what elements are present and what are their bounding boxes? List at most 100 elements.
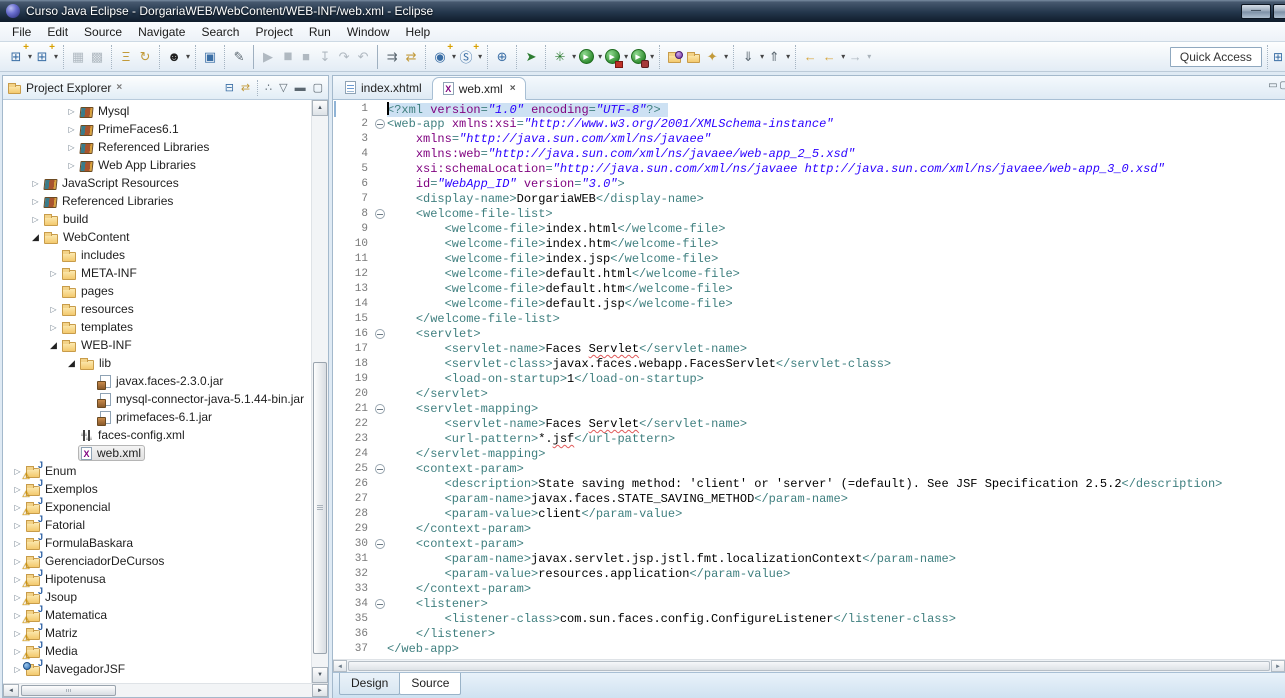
tree-item-web-xml[interactable]: web.xml [3,444,311,462]
tree-item-includes[interactable]: includes [3,246,311,264]
tree-item-faces-config-xml[interactable]: faces-config.xml [3,426,311,444]
code-line-7[interactable]: 7 <display-name>DorgariaWEB</display-nam… [333,192,1285,207]
project-explorer-tab[interactable]: Project Explorer × [8,81,122,95]
code-line-26[interactable]: 26 <description>State saving method: 'cl… [333,477,1285,492]
launch-client-button[interactable]: ➤ [522,47,540,67]
forward-button[interactable]: → [846,47,864,67]
tree-horizontal-scrollbar[interactable]: ◄ ► [3,683,328,697]
code-line-22[interactable]: 22 <servlet-name>Faces Servlet</servlet-… [333,417,1285,432]
code-line-6[interactable]: 6 id="WebApp_ID" version="3.0"> [333,177,1285,192]
view-minimize-button[interactable]: ▬ [295,82,306,94]
new-web-service-button[interactable]: ◉+ [431,47,449,67]
external-tools-button[interactable]: ✳ [551,47,569,67]
previous-annotation-dropdown-icon[interactable]: ▾ [786,52,790,61]
code-line-36[interactable]: 36 </listener> [333,627,1285,642]
code-line-37[interactable]: 37</web-app> [333,642,1285,657]
coverage-button[interactable]: ▶ [629,47,647,67]
expand-arrow-icon[interactable]: ▷ [47,323,60,332]
web-browser-button[interactable]: ⊕ [493,47,511,67]
scroll-down-arrow[interactable]: ▼ [312,667,328,683]
tree-item-javax-faces-2-3-0-jar[interactable]: javax.faces-2.3.0.jar [3,372,311,390]
project-tree[interactable]: ▷Mysql▷PrimeFaces6.1▷Referenced Librarie… [3,100,311,683]
console-button[interactable]: ▣ [201,47,219,67]
code-line-8[interactable]: 8 <welcome-file-list> [333,207,1285,222]
new-javaee-wizard-dropdown-icon[interactable]: ▾ [54,52,58,61]
collapse-fold-icon[interactable] [375,599,385,609]
perspective-javaee-button[interactable]: ⊞ [1273,50,1283,64]
expand-arrow-icon[interactable]: ▷ [11,539,24,548]
collapse-fold-icon[interactable] [375,119,385,129]
code-line-24[interactable]: 24 </servlet-mapping> [333,447,1285,462]
tree-item-exponencial[interactable]: ▷⚠Exponencial [3,498,311,516]
expand-arrow-icon[interactable]: ▷ [47,305,60,314]
code-line-13[interactable]: 13 <welcome-file>default.htm</welcome-fi… [333,282,1285,297]
tree-item-fatorial[interactable]: ▷Fatorial [3,516,311,534]
previous-annotation-button[interactable]: ⇑ [765,47,783,67]
tree-item-lib[interactable]: ◢lib [3,354,311,372]
tree-item-web-app-libraries[interactable]: ▷Web App Libraries [3,156,311,174]
skip-all-breakpoints-button[interactable]: ⇉ [383,47,401,67]
scroll-up-arrow[interactable]: ▲ [312,100,328,116]
use-step-filters-button[interactable]: ⇄ [402,47,420,67]
expand-arrow-icon[interactable]: ▷ [29,179,42,188]
code-line-11[interactable]: 11 <welcome-file>index.jsp</welcome-file… [333,252,1285,267]
maximize-button[interactable] [1273,4,1285,19]
code-line-3[interactable]: 3 xmlns="http://java.sun.com/xml/ns/java… [333,132,1285,147]
code-line-25[interactable]: 25 <context-param> [333,462,1285,477]
user-profile-button[interactable]: ☻ [165,47,183,67]
new-wizard-dropdown-icon[interactable]: ▾ [28,52,32,61]
code-line-27[interactable]: 27 <param-name>javax.faces.STATE_SAVING_… [333,492,1285,507]
expand-arrow-icon[interactable]: ▷ [65,161,78,170]
link-with-editor-button[interactable]: ⇄ [241,81,250,94]
code-line-31[interactable]: 31 <param-name>javax.servlet.jsp.jstl.fm… [333,552,1285,567]
scroll-left-arrow[interactable]: ◄ [3,684,19,697]
menu-window[interactable]: Window [339,23,398,41]
create-servlet-button[interactable]: Ξ [117,47,135,67]
tree-item-enum[interactable]: ▷⚠Enum [3,462,311,480]
editor-minmax-buttons[interactable]: ▭▢ [1268,80,1285,91]
open-resource-button[interactable] [684,47,702,67]
run-on-server-dropdown-icon[interactable]: ▾ [624,52,628,61]
collapse-fold-icon[interactable] [375,539,385,549]
menu-run[interactable]: Run [301,23,339,41]
minimize-button[interactable]: — [1241,4,1271,19]
focus-button[interactable]: ∴ [265,81,272,94]
tree-item-jsoup[interactable]: ▷⚠Jsoup [3,588,311,606]
menu-source[interactable]: Source [76,23,130,41]
code-editor[interactable]: 1<?xml version="1.0" encoding="UTF-8"?>2… [333,100,1285,659]
scroll-right-arrow[interactable]: ► [312,684,328,697]
tree-item-templates[interactable]: ▷templates [3,318,311,336]
run-dropdown-icon[interactable]: ▾ [598,52,602,61]
expand-arrow-icon[interactable]: ▷ [29,197,42,206]
new-web-service-dropdown-icon[interactable]: ▾ [452,52,456,61]
tree-item-gerenciadordecursos[interactable]: ▷⚠GerenciadorDeCursos [3,552,311,570]
resume-button[interactable]: ▶ [259,47,277,67]
back-button[interactable]: ← [820,47,838,67]
sync-with-server-button[interactable]: ↻ [136,47,154,67]
last-edit-location-button[interactable]: ← [801,47,819,67]
step-over-button[interactable]: ↷ [335,47,353,67]
forward-dropdown-icon[interactable]: ▾ [867,52,871,61]
expand-arrow-icon[interactable]: ▷ [11,521,24,530]
tree-item-matriz[interactable]: ▷⚠Matriz [3,624,311,642]
view-menu-button[interactable]: ▽ [279,81,287,94]
code-line-19[interactable]: 19 <load-on-startup>1</load-on-startup> [333,372,1285,387]
code-line-9[interactable]: 9 <welcome-file>index.html</welcome-file… [333,222,1285,237]
editor-horizontal-scrollbar[interactable]: ◄ ► [333,659,1285,672]
collapse-fold-icon[interactable] [375,404,385,414]
tree-item-mysql-connector-java-5-1-44-bin-jar[interactable]: mysql-connector-java-5.1.44-bin.jar [3,390,311,408]
collapse-all-button[interactable]: ⊟ [225,81,234,94]
code-line-20[interactable]: 20 </servlet> [333,387,1285,402]
tree-item-build[interactable]: ▷build [3,210,311,228]
menu-file[interactable]: File [4,23,39,41]
view-maximize-button[interactable]: ▢ [313,81,323,94]
run-button[interactable]: ▶ [577,47,595,67]
code-line-15[interactable]: 15 </welcome-file-list> [333,312,1285,327]
new-javaee-wizard-button[interactable]: ⊞+ [33,47,51,67]
step-return-button[interactable]: ↶ [354,47,372,67]
tree-item-resources[interactable]: ▷resources [3,300,311,318]
tree-item-referenced-libraries[interactable]: ▷Referenced Libraries [3,192,311,210]
code-line-12[interactable]: 12 <welcome-file>default.html</welcome-f… [333,267,1285,282]
new-service-button[interactable]: Ⓢ+ [457,47,475,67]
collapse-fold-icon[interactable] [375,329,385,339]
